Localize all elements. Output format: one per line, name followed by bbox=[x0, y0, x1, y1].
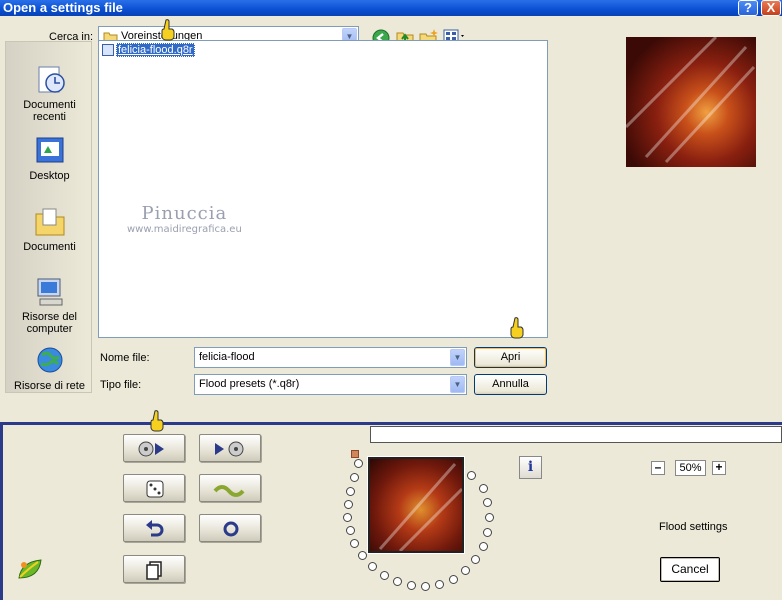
watermark-url: www.maidiregrafica.eu bbox=[127, 224, 242, 235]
pointer-hand-icon bbox=[161, 19, 175, 41]
wave-icon bbox=[213, 485, 245, 497]
filetype-value: Flood presets (*.q8r) bbox=[199, 378, 300, 390]
place-documents[interactable]: Documenti bbox=[6, 206, 93, 253]
filename-value: felicia-flood bbox=[199, 351, 255, 363]
wave-button[interactable] bbox=[199, 474, 261, 502]
file-item[interactable]: felicia-flood.q8r bbox=[102, 43, 195, 58]
place-label: Risorse di rete bbox=[14, 380, 85, 392]
place-label: Documenti bbox=[23, 241, 76, 253]
save-preset-button[interactable] bbox=[199, 434, 261, 462]
info-button[interactable]: i bbox=[519, 456, 542, 479]
zoom-in-button[interactable]: + bbox=[712, 461, 726, 475]
copy-icon bbox=[146, 561, 162, 580]
file-list[interactable]: felicia-flood.q8r Pinuccia www.maidiregr… bbox=[98, 40, 548, 338]
recent-documents-icon bbox=[38, 66, 65, 93]
watermark-name: Pinuccia bbox=[141, 203, 228, 224]
chevron-down-icon[interactable]: ▼ bbox=[450, 376, 465, 393]
place-label: Documenti recenti bbox=[23, 99, 76, 123]
place-recent-documents[interactable]: Documenti recenti bbox=[6, 64, 93, 123]
place-desktop[interactable]: Desktop bbox=[6, 135, 93, 182]
place-my-computer[interactable]: Risorse del computer bbox=[6, 276, 93, 335]
close-button[interactable]: X bbox=[761, 0, 781, 16]
network-icon bbox=[37, 347, 62, 373]
place-label: Risorse del computer bbox=[21, 311, 78, 335]
filetype-label: Tipo file: bbox=[100, 379, 142, 391]
settings-label: Flood settings bbox=[659, 521, 728, 533]
light-streaks bbox=[378, 463, 462, 551]
save-disc-icon bbox=[215, 441, 244, 457]
filetype-select[interactable]: Flood presets (*.q8r) ▼ bbox=[194, 374, 467, 395]
light-streaks bbox=[626, 37, 756, 164]
dice-icon bbox=[146, 480, 164, 498]
filter-logo-icon bbox=[18, 559, 42, 579]
places-bar: Documenti recenti Desktop Documenti Riso… bbox=[5, 41, 92, 393]
preview-thumbnail bbox=[626, 37, 756, 167]
reset-button[interactable] bbox=[199, 514, 261, 542]
load-preset-button[interactable] bbox=[123, 434, 185, 462]
pointer-hand-icon bbox=[510, 317, 524, 339]
undo-button[interactable] bbox=[123, 514, 185, 542]
zoom-value: 50% bbox=[675, 460, 706, 476]
dialog-title-bar: Open a settings file ? X bbox=[0, 0, 782, 16]
my-computer-icon bbox=[37, 278, 62, 306]
filename-field[interactable]: felicia-flood ▼ bbox=[194, 347, 467, 368]
place-label: Desktop bbox=[29, 170, 70, 182]
filename-label: Nome file: bbox=[100, 352, 150, 364]
filter-preview bbox=[367, 456, 465, 554]
q8r-file-icon bbox=[102, 44, 114, 57]
place-network[interactable]: Risorse di rete bbox=[6, 345, 93, 392]
open-button[interactable]: Apri bbox=[474, 347, 547, 368]
watermark: Pinuccia www.maidiregrafica.eu bbox=[127, 203, 242, 235]
chevron-down-icon[interactable]: ▼ bbox=[450, 349, 465, 366]
cancel-button[interactable]: Annulla bbox=[474, 374, 547, 395]
copy-button[interactable] bbox=[123, 555, 185, 583]
documents-folder-icon bbox=[35, 208, 64, 236]
status-strip bbox=[370, 426, 782, 443]
file-name: felicia-flood.q8r bbox=[116, 43, 195, 58]
desktop-icon bbox=[36, 137, 63, 163]
dialog-title: Open a settings file bbox=[3, 0, 123, 15]
random-button[interactable] bbox=[123, 474, 185, 502]
pointer-hand-icon bbox=[150, 410, 164, 432]
rotation-handle[interactable] bbox=[351, 450, 359, 458]
ring-icon bbox=[223, 521, 239, 537]
undo-icon bbox=[146, 520, 164, 537]
load-disc-icon bbox=[138, 441, 164, 457]
zoom-out-button[interactable]: – bbox=[651, 461, 665, 475]
help-button[interactable]: ? bbox=[738, 0, 758, 16]
filter-cancel-button[interactable]: Cancel bbox=[660, 557, 720, 582]
